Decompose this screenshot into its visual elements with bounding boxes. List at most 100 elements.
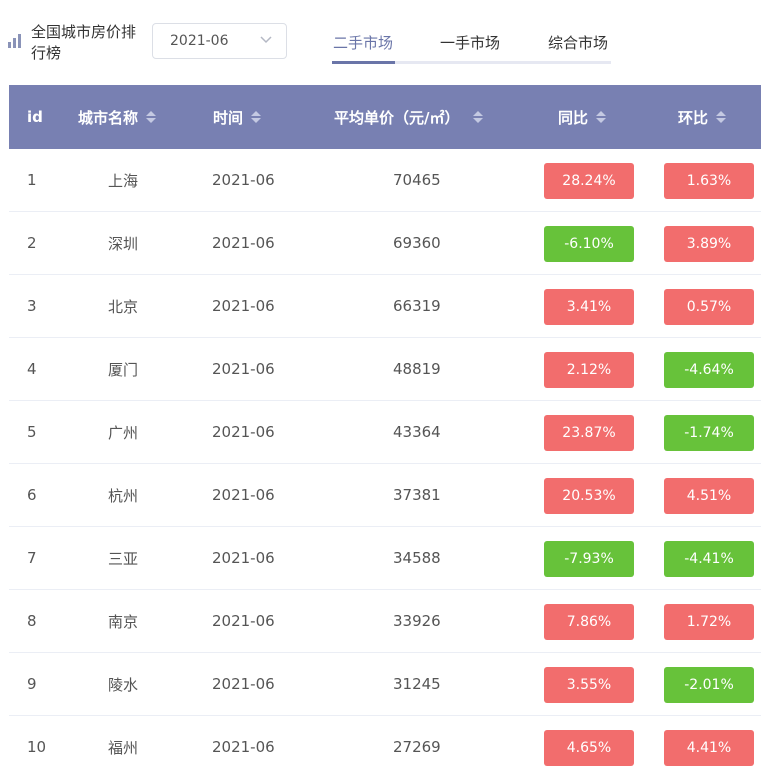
cell-id: 2: [27, 234, 37, 252]
mom-badge: -2.01%: [664, 667, 754, 703]
yoy-badge: -6.10%: [544, 226, 634, 262]
cell-price: 48819: [393, 360, 441, 378]
sort-icon[interactable]: [251, 111, 262, 123]
table-header: id 城市名称 时间 平均单价（元/㎡） 同比 环比: [9, 85, 761, 149]
mom-badge: 4.41%: [664, 730, 754, 766]
table-row: 7 三亚 2021-06 34588 -7.93% -4.41%: [9, 527, 761, 590]
table-row: 5 广州 2021-06 43364 23.87% -1.74%: [9, 401, 761, 464]
cell-id: 8: [27, 612, 37, 630]
mom-badge: 1.72%: [664, 604, 754, 640]
table-row: 1 上海 2021-06 70465 28.24% 1.63%: [9, 149, 761, 212]
cell-time: 2021-06: [212, 297, 275, 315]
yoy-badge: 2.12%: [544, 352, 634, 388]
mom-badge: -4.41%: [664, 541, 754, 577]
yoy-badge: -7.93%: [544, 541, 634, 577]
table-row: 3 北京 2021-06 66319 3.41% 0.57%: [9, 275, 761, 338]
cell-price: 31245: [393, 675, 441, 693]
cell-price: 70465: [393, 171, 441, 189]
cell-price: 34588: [393, 549, 441, 567]
cell-id: 5: [27, 423, 37, 441]
table-row: 10 福州 2021-06 27269 4.65% 4.41%: [9, 716, 761, 777]
cell-city: 南京: [108, 612, 139, 631]
cell-id: 1: [27, 171, 37, 189]
mom-badge: -1.74%: [664, 415, 754, 451]
column-header-time[interactable]: 时间: [213, 85, 262, 149]
table-row: 9 陵水 2021-06 31245 3.55% -2.01%: [9, 653, 761, 716]
cell-price: 27269: [393, 738, 441, 756]
top-bar: 全国城市房价排行榜 2021-06 二手市场 一手市场 综合市场: [0, 0, 761, 85]
yoy-badge: 4.65%: [544, 730, 634, 766]
cell-city: 广州: [108, 423, 139, 442]
market-tabs: 二手市场 一手市场 综合市场: [332, 30, 611, 64]
yoy-badge: 20.53%: [544, 478, 634, 514]
yoy-badge: 3.41%: [544, 289, 634, 325]
cell-time: 2021-06: [212, 234, 275, 252]
column-header-price[interactable]: 平均单价（元/㎡）: [334, 85, 484, 149]
yoy-badge: 23.87%: [544, 415, 634, 451]
page-title: 全国城市房价排行榜: [31, 23, 137, 62]
cell-city: 深圳: [108, 234, 139, 253]
cell-price: 43364: [393, 423, 441, 441]
table-row: 6 杭州 2021-06 37381 20.53% 4.51%: [9, 464, 761, 527]
cell-time: 2021-06: [212, 360, 275, 378]
tab-overall[interactable]: 综合市场: [548, 32, 608, 53]
date-select-value: 2021-06: [170, 33, 229, 49]
mom-badge: 4.51%: [664, 478, 754, 514]
cell-city: 陵水: [108, 675, 139, 694]
cell-city: 北京: [108, 297, 139, 316]
yoy-badge: 28.24%: [544, 163, 634, 199]
mom-badge: -4.64%: [664, 352, 754, 388]
cell-id: 3: [27, 297, 37, 315]
cell-time: 2021-06: [212, 675, 275, 693]
cell-city: 杭州: [108, 486, 139, 505]
mom-badge: 3.89%: [664, 226, 754, 262]
sort-icon[interactable]: [473, 111, 484, 123]
chevron-down-icon: [260, 36, 272, 44]
cell-city: 三亚: [108, 549, 139, 568]
mom-badge: 0.57%: [664, 289, 754, 325]
column-label-time: 时间: [213, 108, 244, 127]
cell-id: 7: [27, 549, 37, 567]
cell-id: 6: [27, 486, 37, 504]
tab-second-hand[interactable]: 二手市场: [333, 32, 393, 53]
cell-price: 33926: [393, 612, 441, 630]
column-label-yoy: 同比: [558, 108, 589, 127]
cell-price: 66319: [393, 297, 441, 315]
cell-id: 10: [27, 738, 47, 756]
ranking-table: id 城市名称 时间 平均单价（元/㎡） 同比 环比 1 上海 2021-06 704…: [9, 85, 761, 777]
cell-price: 69360: [393, 234, 441, 252]
title-area: 全国城市房价排行榜: [8, 22, 141, 64]
column-header-mom[interactable]: 环比: [678, 85, 727, 149]
cell-city: 厦门: [108, 360, 139, 379]
table-row: 2 深圳 2021-06 69360 -6.10% 3.89%: [9, 212, 761, 275]
column-label-id: id: [27, 108, 43, 126]
cell-price: 37381: [393, 486, 441, 504]
cell-id: 9: [27, 675, 37, 693]
yoy-badge: 3.55%: [544, 667, 634, 703]
cell-time: 2021-06: [212, 612, 275, 630]
tab-new-home[interactable]: 一手市场: [440, 32, 500, 53]
sort-icon[interactable]: [596, 111, 607, 123]
cell-time: 2021-06: [212, 171, 275, 189]
table-row: 8 南京 2021-06 33926 7.86% 1.72%: [9, 590, 761, 653]
cell-time: 2021-06: [212, 486, 275, 504]
column-label-city: 城市名称: [78, 108, 139, 127]
yoy-badge: 7.86%: [544, 604, 634, 640]
column-header-yoy[interactable]: 同比: [558, 85, 607, 149]
cell-time: 2021-06: [212, 738, 275, 756]
column-label-price: 平均单价（元/㎡）: [334, 108, 460, 127]
cell-time: 2021-06: [212, 549, 275, 567]
cell-city: 上海: [108, 171, 139, 190]
sort-icon[interactable]: [716, 111, 727, 123]
column-label-mom: 环比: [678, 108, 709, 127]
column-header-city[interactable]: 城市名称: [78, 85, 157, 149]
date-select[interactable]: 2021-06: [152, 23, 287, 59]
cell-city: 福州: [108, 738, 139, 757]
bar-chart-icon: [8, 34, 22, 48]
active-tab-indicator: [332, 61, 395, 64]
mom-badge: 1.63%: [664, 163, 754, 199]
column-header-id: id: [27, 85, 43, 149]
cell-time: 2021-06: [212, 423, 275, 441]
table-row: 4 厦门 2021-06 48819 2.12% -4.64%: [9, 338, 761, 401]
sort-icon[interactable]: [146, 111, 157, 123]
